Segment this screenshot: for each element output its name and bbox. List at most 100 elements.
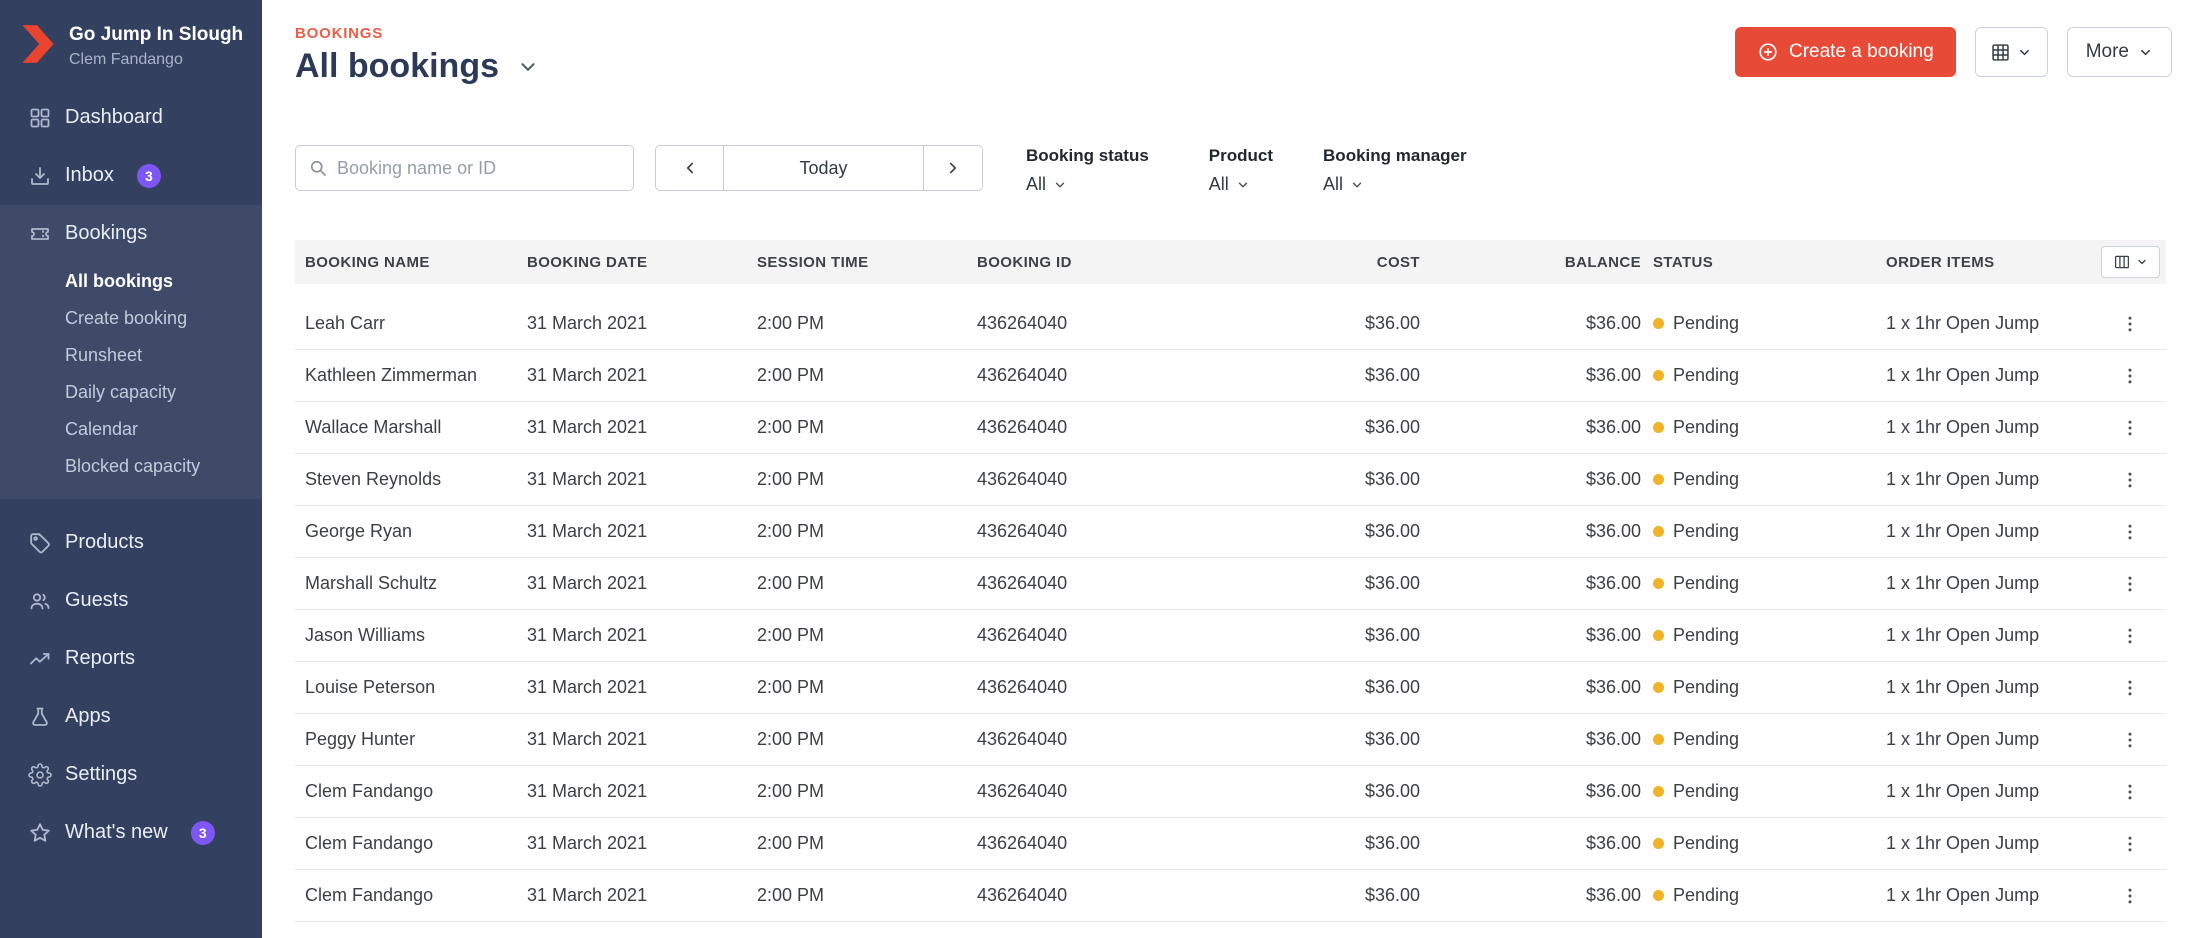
- cell-status: Pending: [1641, 365, 1886, 386]
- row-actions-button[interactable]: [2112, 514, 2148, 550]
- row-actions-button[interactable]: [2112, 878, 2148, 914]
- cell-booking-date: 31 March 2021: [527, 833, 648, 853]
- sidebar-item-apps[interactable]: Apps: [0, 688, 262, 746]
- cell-cost: $36.00: [1364, 573, 1420, 593]
- column-header-cost: COST: [1376, 253, 1420, 271]
- sidebar-subitem[interactable]: Calendar: [0, 411, 262, 448]
- cell-booking-id: 436264040: [977, 625, 1068, 645]
- table-row[interactable]: Clem Fandango 31 March 2021 2:00 PM 4362…: [295, 870, 2166, 922]
- main-content: BOOKINGS All bookings Create a booking M…: [262, 0, 2205, 938]
- next-date-button[interactable]: [923, 146, 982, 190]
- row-actions-button[interactable]: [2112, 826, 2148, 862]
- status-label: Pending: [1673, 781, 1740, 801]
- cell-balance: $36.00: [1585, 625, 1641, 645]
- sidebar-group-bookings: Bookings All bookings Create booking Run…: [0, 204, 262, 499]
- plus-circle-icon: [1759, 43, 1777, 61]
- row-actions-button[interactable]: [2112, 774, 2148, 810]
- sidebar-item-reports[interactable]: Reports: [0, 630, 262, 688]
- row-actions-button[interactable]: [2112, 670, 2148, 706]
- table-row[interactable]: Jason Williams 31 March 2021 2:00 PM 436…: [295, 610, 2166, 662]
- cell-order-items: 1 x 1hr Open Jump: [1886, 833, 2040, 853]
- cell-booking-date: 31 March 2021: [527, 781, 648, 801]
- sidebar-subitem[interactable]: Create booking: [0, 300, 262, 337]
- sidebar-item-bookings[interactable]: Bookings: [0, 205, 262, 263]
- status-pending-dot: [1653, 370, 1664, 381]
- cell-booking-date: 31 March 2021: [527, 521, 648, 541]
- cell-booking-id: 436264040: [977, 833, 1068, 853]
- sidebar-item-whats-new[interactable]: What's new 3: [0, 804, 262, 862]
- status-label: Pending: [1673, 365, 1740, 385]
- more-button[interactable]: More: [2066, 27, 2172, 77]
- today-button[interactable]: Today: [724, 146, 923, 190]
- cell-booking-date: 31 March 2021: [527, 677, 648, 697]
- table-row[interactable]: Clem Fandango 31 March 2021 2:00 PM 4362…: [295, 818, 2166, 870]
- booking-manager-dropdown[interactable]: All: [1323, 174, 1467, 195]
- cell-order-items: 1 x 1hr Open Jump: [1886, 885, 2040, 905]
- table-row[interactable]: Steven Reynolds 31 March 2021 2:00 PM 43…: [295, 454, 2166, 506]
- cell-booking-date: 31 March 2021: [527, 313, 648, 333]
- cell-balance: $36.00: [1585, 365, 1641, 385]
- kebab-menu-icon: [2128, 888, 2132, 903]
- sidebar-item-inbox[interactable]: Inbox 3: [0, 147, 262, 205]
- cell-cost: $36.00: [1364, 313, 1420, 333]
- sidebar-item-settings[interactable]: Settings: [0, 746, 262, 804]
- row-actions-button[interactable]: [2112, 722, 2148, 758]
- cell-booking-name: Clem Fandango: [305, 781, 434, 801]
- row-actions-button[interactable]: [2112, 358, 2148, 394]
- sidebar-subitem[interactable]: All bookings: [0, 263, 262, 300]
- cell-cost: $36.00: [1364, 625, 1420, 645]
- table-header-row: BOOKING NAME BOOKING DATE SESSION TIME B…: [295, 240, 2166, 284]
- cell-balance: $36.00: [1585, 677, 1641, 697]
- booking-status-dropdown[interactable]: All: [1026, 174, 1149, 195]
- cell-order-items: 1 x 1hr Open Jump: [1886, 677, 2040, 697]
- booking-search-box: [295, 145, 634, 191]
- cell-order-items: 1 x 1hr Open Jump: [1886, 573, 2040, 593]
- status-pending-dot: [1653, 630, 1664, 641]
- row-actions-button[interactable]: [2112, 306, 2148, 342]
- cell-order-items: 1 x 1hr Open Jump: [1886, 521, 2040, 541]
- cell-booking-id: 436264040: [977, 417, 1068, 437]
- kebab-menu-icon: [2128, 472, 2132, 487]
- chevron-right-icon: [949, 162, 957, 174]
- kebab-menu-icon: [2128, 524, 2132, 539]
- view-switcher-button[interactable]: [1974, 27, 2048, 77]
- status-label: Pending: [1673, 469, 1740, 489]
- sidebar-item-products[interactable]: Products: [0, 514, 262, 572]
- title-chevron-down-icon[interactable]: [517, 56, 539, 78]
- sidebar-item-guests[interactable]: Guests: [0, 572, 262, 630]
- kebab-menu-icon: [2128, 628, 2132, 643]
- sidebar-subitem[interactable]: Daily capacity: [0, 374, 262, 411]
- product-dropdown[interactable]: All: [1209, 174, 1273, 195]
- table-row[interactable]: Marshall Schultz 31 March 2021 2:00 PM 4…: [295, 558, 2166, 610]
- booking-search-input[interactable]: [337, 157, 621, 179]
- row-actions-button[interactable]: [2112, 618, 2148, 654]
- table-row[interactable]: George Ryan 31 March 2021 2:00 PM 436264…: [295, 506, 2166, 558]
- row-actions-button[interactable]: [2112, 462, 2148, 498]
- column-header-session-time: SESSION TIME: [757, 253, 869, 271]
- cell-session-time: 2:00 PM: [757, 313, 825, 333]
- row-actions-button[interactable]: [2112, 410, 2148, 446]
- create-booking-button[interactable]: Create a booking: [1734, 27, 1956, 77]
- cell-cost: $36.00: [1364, 469, 1420, 489]
- table-row[interactable]: Peggy Hunter 31 March 2021 2:00 PM 43626…: [295, 714, 2166, 766]
- row-actions-button[interactable]: [2112, 566, 2148, 602]
- table-row[interactable]: Louise Peterson 31 March 2021 2:00 PM 43…: [295, 662, 2166, 714]
- cell-cost: $36.00: [1364, 677, 1420, 697]
- status-label: Pending: [1673, 625, 1740, 645]
- products-icon: [28, 531, 52, 555]
- table-row[interactable]: Clem Fandango 31 March 2021 2:00 PM 4362…: [295, 766, 2166, 818]
- sidebar-subitem[interactable]: Blocked capacity: [0, 448, 262, 485]
- cell-status: Pending: [1641, 313, 1886, 334]
- table-row[interactable]: Wallace Marshall 31 March 2021 2:00 PM 4…: [295, 402, 2166, 454]
- header-actions: Create a booking More: [1734, 27, 2172, 77]
- cell-status: Pending: [1641, 677, 1886, 698]
- table-row[interactable]: Kathleen Zimmerman 31 March 2021 2:00 PM…: [295, 350, 2166, 402]
- prev-date-button[interactable]: [656, 146, 724, 190]
- sidebar-item-dashboard[interactable]: Dashboard: [0, 89, 262, 147]
- cell-session-time: 2:00 PM: [757, 677, 825, 697]
- sidebar-subitem[interactable]: Runsheet: [0, 337, 262, 374]
- kebab-menu-icon: [2128, 784, 2132, 799]
- kebab-menu-icon: [2128, 680, 2132, 695]
- table-row[interactable]: Leah Carr 31 March 2021 2:00 PM 43626404…: [295, 298, 2166, 350]
- column-picker-button[interactable]: [2101, 246, 2160, 278]
